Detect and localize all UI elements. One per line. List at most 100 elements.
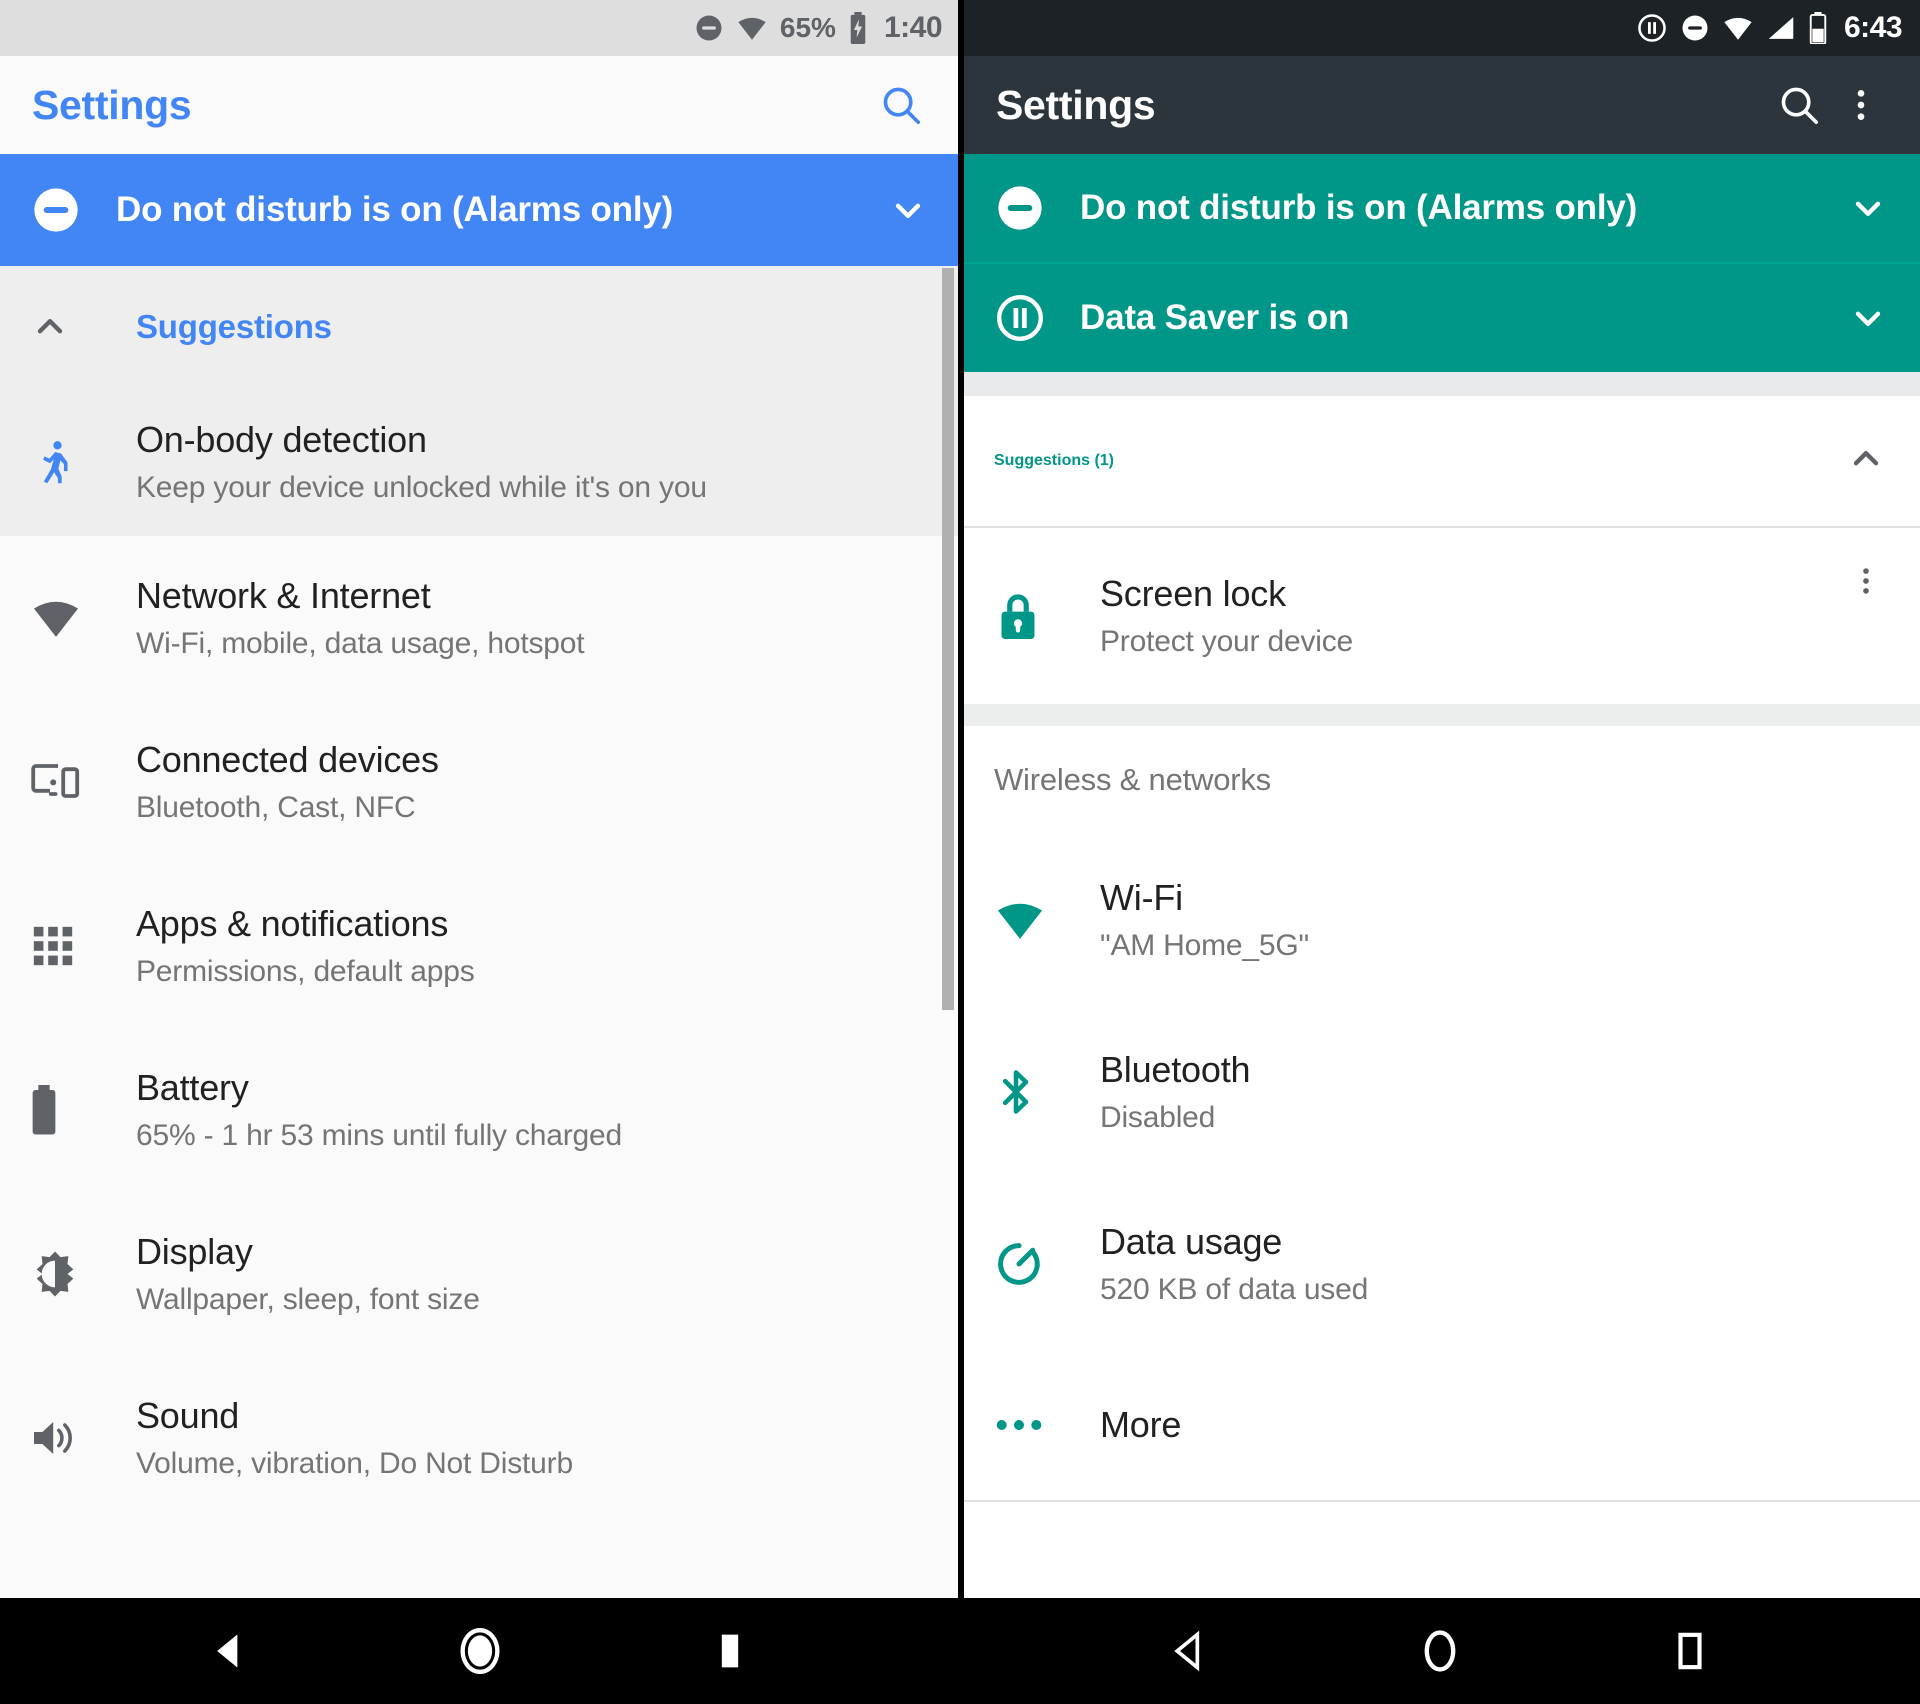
list-item-body: Apps & notifications Permissions, defaul… (136, 902, 936, 990)
wifi-icon (1722, 15, 1754, 41)
list-item-body: Wi-Fi "AM Home_5G" (1100, 876, 1896, 964)
lock-icon (994, 590, 1100, 642)
left-settings-list: Network & Internet Wi-Fi, mobile, data u… (0, 536, 960, 1520)
right-clock: 6:43 (1843, 11, 1903, 44)
list-item[interactable]: On-body detection Keep your device unloc… (0, 388, 960, 536)
data-saver-pause-icon (1636, 12, 1668, 44)
section-header-wireless-networks: Wireless & networks (994, 762, 1271, 797)
list-item-subtitle: 520 KB of data used (1100, 1272, 1369, 1306)
list-item-body: Sound Volume, vibration, Do Not Disturb (136, 1394, 936, 1482)
do-not-disturb-icon (1680, 13, 1710, 43)
page-title: Settings (996, 81, 1156, 128)
list-item-title: On-body detection (136, 419, 427, 461)
list-item-subtitle: "AM Home_5G" (1100, 928, 1309, 962)
list-item-title: Sound (136, 1395, 240, 1437)
left-navbar (0, 1598, 960, 1704)
overflow-menu-icon[interactable] (1830, 74, 1892, 136)
battery-percent-label: 65% (779, 12, 836, 43)
dual-phone-screenshot: 65% 1:40 Settings Do not disturb is on (… (0, 0, 1920, 1704)
list-item-body: Display Wallpaper, sleep, font size (136, 1230, 936, 1318)
list-item-body: Connected devices Bluetooth, Cast, NFC (136, 738, 936, 826)
data-usage-icon (994, 1239, 1100, 1289)
right-data-saver-label: Data Saver is on (1080, 298, 1350, 337)
list-item-title: Apps & notifications (136, 903, 449, 945)
battery-icon (30, 1085, 136, 1135)
home-circle-outline-icon[interactable] (1405, 1616, 1475, 1686)
right-data-saver-banner[interactable]: Data Saver is on (964, 264, 1920, 372)
list-item-bluetooth[interactable]: Bluetooth Disabled (964, 1006, 1920, 1178)
list-item-subtitle: Wi-Fi, mobile, data usage, hotspot (136, 626, 585, 660)
list-item-body: On-body detection Keep your device unloc… (136, 418, 936, 506)
chevron-down-icon[interactable] (882, 190, 934, 230)
brightness-icon (30, 1249, 136, 1299)
left-dnd-banner-label: Do not disturb is on (Alarms only) (116, 190, 674, 229)
chevron-up-icon[interactable] (30, 307, 136, 347)
do-not-disturb-icon (694, 13, 724, 43)
list-item-body: More (1100, 1403, 1896, 1447)
overflow-menu-icon[interactable] (1836, 528, 1896, 598)
list-item-battery[interactable]: Battery 65% - 1 hr 53 mins until fully c… (0, 1028, 960, 1192)
list-item-connected-devices[interactable]: Connected devices Bluetooth, Cast, NFC (0, 700, 960, 864)
list-item-subtitle: Volume, vibration, Do Not Disturb (136, 1446, 573, 1480)
panel-divider (958, 0, 962, 1598)
volume-icon (30, 1414, 136, 1462)
list-item-display[interactable]: Display Wallpaper, sleep, font size (0, 1192, 960, 1356)
list-item-subtitle: Wallpaper, sleep, font size (136, 1282, 480, 1316)
list-item-subtitle: Protect your device (1100, 624, 1353, 658)
list-item-subtitle: 65% - 1 hr 53 mins until fully charged (136, 1118, 622, 1152)
list-item-data-usage[interactable]: Data usage 520 KB of data used (964, 1178, 1920, 1350)
recents-square-outline-icon[interactable] (1655, 1616, 1725, 1686)
left-status-bar: 65% 1:40 (0, 0, 960, 56)
list-item-body: Bluetooth Disabled (1100, 1048, 1896, 1136)
right-suggestions-header[interactable]: Suggestions (1) (964, 396, 1920, 526)
chevron-down-icon[interactable] (1842, 188, 1894, 228)
left-suggestions-header[interactable]: Suggestions (0, 266, 960, 388)
recents-square-icon[interactable] (695, 1616, 765, 1686)
right-toolbar: Settings (964, 56, 1920, 154)
list-item-screen-lock[interactable]: Screen lock Protect your device (964, 528, 1920, 704)
back-triangle-icon[interactable] (195, 1616, 265, 1686)
apps-grid-icon (30, 923, 136, 969)
list-item-title: Data usage (1100, 1221, 1283, 1263)
page-title: Settings (32, 81, 192, 128)
battery-icon (1808, 12, 1828, 44)
search-icon[interactable] (870, 74, 932, 136)
left-suggestions-block: Suggestions On-body detection Keep your … (0, 266, 960, 536)
chevron-down-icon[interactable] (1842, 298, 1894, 338)
list-item-network-internet[interactable]: Network & Internet Wi-Fi, mobile, data u… (0, 536, 960, 700)
left-scrollbar[interactable] (942, 268, 954, 1010)
navigation-bars (0, 1598, 1920, 1704)
list-item-more[interactable]: More (964, 1350, 1920, 1500)
list-item-title: More (1100, 1404, 1182, 1446)
list-item-body: Screen lock Protect your device (1100, 572, 1836, 660)
right-status-bar: 6:43 (964, 0, 1920, 56)
list-item-title: Display (136, 1231, 253, 1273)
back-triangle-outline-icon[interactable] (1155, 1616, 1225, 1686)
list-item-subtitle: Permissions, default apps (136, 954, 475, 988)
right-suggestions-label: Suggestions (1) (994, 452, 1115, 469)
section-gap (964, 372, 1920, 396)
list-item-apps-notifications[interactable]: Apps & notifications Permissions, defaul… (0, 864, 960, 1028)
list-item-body: Battery 65% - 1 hr 53 mins until fully c… (136, 1066, 936, 1154)
left-phone-panel: 65% 1:40 Settings Do not disturb is on (… (0, 0, 960, 1704)
list-item-sound[interactable]: Sound Volume, vibration, Do Not Disturb (0, 1356, 960, 1520)
list-item-subtitle: Disabled (1100, 1100, 1216, 1134)
search-icon[interactable] (1768, 74, 1830, 136)
left-dnd-banner[interactable]: Do not disturb is on (Alarms only) (0, 154, 960, 266)
list-item-subtitle: Keep your device unlocked while it's on … (136, 470, 707, 504)
divider (964, 1500, 1920, 1502)
list-item-title: Screen lock (1100, 573, 1286, 615)
bluetooth-icon (994, 1066, 1100, 1118)
chevron-up-icon[interactable] (1846, 439, 1886, 484)
wifi-icon (736, 15, 768, 41)
left-suggestions-label: Suggestions (136, 308, 332, 345)
home-circle-icon[interactable] (445, 1616, 515, 1686)
list-item-wifi[interactable]: Wi-Fi "AM Home_5G" (964, 834, 1920, 1006)
wifi-icon (30, 597, 136, 639)
right-dnd-banner[interactable]: Do not disturb is on (Alarms only) (964, 154, 1920, 262)
list-item-title: Battery (136, 1067, 249, 1109)
list-item-body: Network & Internet Wi-Fi, mobile, data u… (136, 574, 936, 662)
more-dots-icon (994, 1415, 1100, 1435)
right-dnd-banner-label: Do not disturb is on (Alarms only) (1080, 188, 1638, 227)
left-clock: 1:40 (883, 11, 943, 44)
